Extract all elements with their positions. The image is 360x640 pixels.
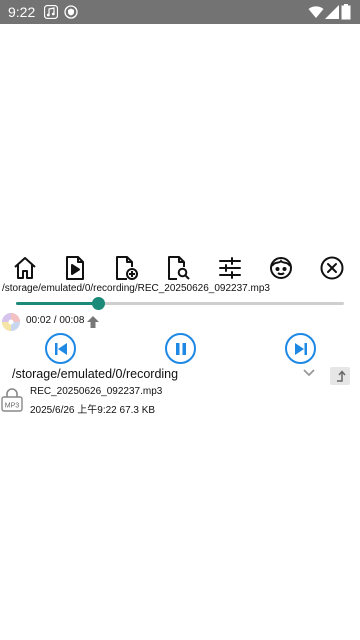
status-bar: 9:22	[0, 0, 360, 24]
seek-thumb[interactable]	[92, 297, 105, 310]
settings-button[interactable]	[214, 252, 246, 284]
add-file-icon	[116, 256, 138, 280]
file-meta: 2025/6/26 上午9:22 67.3 KB	[30, 405, 156, 416]
pause-icon	[175, 342, 186, 355]
file-type-label: MP3	[5, 403, 20, 410]
sliders-icon	[219, 257, 241, 279]
seek-progress	[16, 302, 98, 305]
disc-icon	[2, 313, 20, 331]
search-file-button[interactable]	[162, 252, 194, 284]
directory-path: /storage/emulated/0/recording	[12, 367, 179, 381]
status-time: 9:22	[8, 4, 36, 20]
pause-button[interactable]	[165, 333, 196, 364]
skip-previous-icon	[54, 342, 67, 355]
chevron-down-icon[interactable]	[302, 368, 316, 378]
shield-circle-icon	[64, 5, 78, 19]
time-readout: 00:02 / 00:08	[26, 315, 85, 326]
signal-icon	[325, 5, 339, 19]
file-name: REC_20250626_092237.mp3	[30, 386, 163, 397]
battery-icon	[341, 4, 351, 20]
arrow-up-icon[interactable]	[86, 315, 100, 329]
home-icon	[14, 257, 36, 279]
seek-bar[interactable]	[16, 297, 344, 310]
home-button[interactable]	[9, 252, 41, 284]
return-up-icon	[337, 370, 346, 382]
close-circle-icon	[320, 256, 344, 280]
play-file-button[interactable]	[59, 252, 91, 284]
toolbar	[0, 252, 360, 284]
close-button[interactable]	[316, 252, 348, 284]
current-file-path: /storage/emulated/0/recording/REC_202506…	[2, 283, 270, 294]
next-button[interactable]	[285, 333, 316, 364]
wifi-icon	[308, 6, 324, 18]
face-button[interactable]	[265, 252, 297, 284]
previous-button[interactable]	[45, 333, 76, 364]
music-note-icon	[44, 5, 58, 19]
parent-folder-button[interactable]	[330, 367, 350, 385]
face-icon	[270, 257, 292, 279]
add-file-button[interactable]	[110, 252, 142, 284]
file-list-item[interactable]: MP3 REC_20250626_092237.mp3 2025/6/26 上午…	[0, 385, 360, 416]
mp3-file-icon: MP3	[1, 388, 23, 412]
play-file-icon	[66, 256, 84, 280]
search-file-icon	[168, 256, 190, 280]
skip-next-icon	[294, 342, 307, 355]
